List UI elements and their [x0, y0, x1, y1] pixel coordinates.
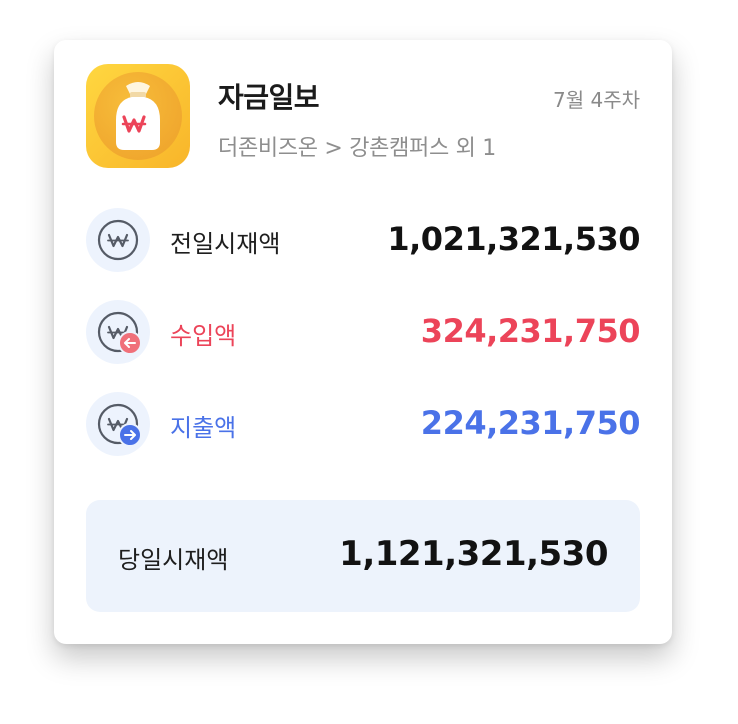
page-title: 자금일보 [218, 81, 320, 114]
row-amount: 324,231,750 [420, 312, 641, 350]
fund-report-card: 자금일보 7월 4주차 더존비즈온 > 강촌캠퍼스 외 1 전일시재액 1,02… [54, 40, 672, 644]
won-coin-expense-icon [86, 392, 150, 456]
won-coin-icon [86, 208, 150, 272]
won-coin-income-icon [86, 300, 150, 364]
row-label: 전일시재액 [170, 230, 281, 258]
row-label: 지출액 [170, 414, 237, 442]
breadcrumb: 더존비즈온 > 강촌캠퍼스 외 1 [218, 136, 496, 161]
row-income: 수입액 324,231,750 [86, 300, 641, 364]
row-label: 수입액 [170, 322, 237, 350]
row-previous-balance: 전일시재액 1,021,321,530 [86, 208, 640, 272]
money-bag-icon [86, 64, 190, 168]
money-bag-graphic [116, 82, 160, 150]
row-expense: 지출액 224,231,750 [86, 392, 641, 456]
row-amount: 224,231,750 [420, 404, 641, 442]
closing-balance-box: 당일시재액 1,121,321,530 [86, 500, 640, 612]
closing-balance-label: 당일시재액 [118, 546, 229, 574]
row-amount: 1,021,321,530 [387, 220, 640, 258]
closing-balance-amount: 1,121,321,530 [339, 534, 608, 574]
period-label: 7월 4주차 [552, 88, 640, 112]
